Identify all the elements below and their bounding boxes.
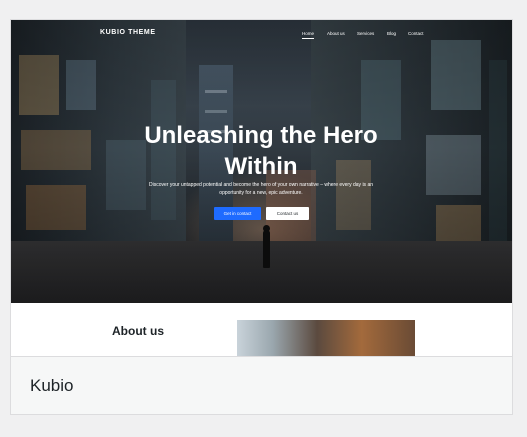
preview-nav-contact: Contact	[408, 31, 424, 36]
theme-card[interactable]: KUBIO THEME Home About us Services Blog …	[10, 19, 513, 415]
preview-nav-about: About us	[327, 31, 345, 36]
preview-nav-services: Services	[357, 31, 375, 36]
preview-navbar: KUBIO THEME Home About us Services Blog …	[11, 20, 512, 48]
preview-logo: KUBIO THEME	[100, 29, 156, 36]
preview-hero-subtitle: Discover your untapped potential and bec…	[148, 182, 374, 196]
preview-about-image	[237, 320, 415, 356]
theme-card-footer[interactable]: Kubio	[11, 356, 512, 414]
preview-hero-title: Unleashing the Hero Within	[144, 122, 378, 180]
preview-nav-blog: Blog	[387, 31, 397, 36]
theme-name[interactable]: Kubio	[30, 376, 73, 396]
preview-about-title: About us	[112, 324, 164, 338]
preview-nav-home: Home	[302, 31, 315, 39]
theme-screenshot[interactable]: KUBIO THEME Home About us Services Blog …	[11, 20, 512, 303]
preview-about-section: About us	[11, 303, 512, 356]
preview-get-in-contact-button: Get in contact	[214, 207, 261, 220]
preview-contact-us-button: Contact us	[266, 207, 309, 220]
